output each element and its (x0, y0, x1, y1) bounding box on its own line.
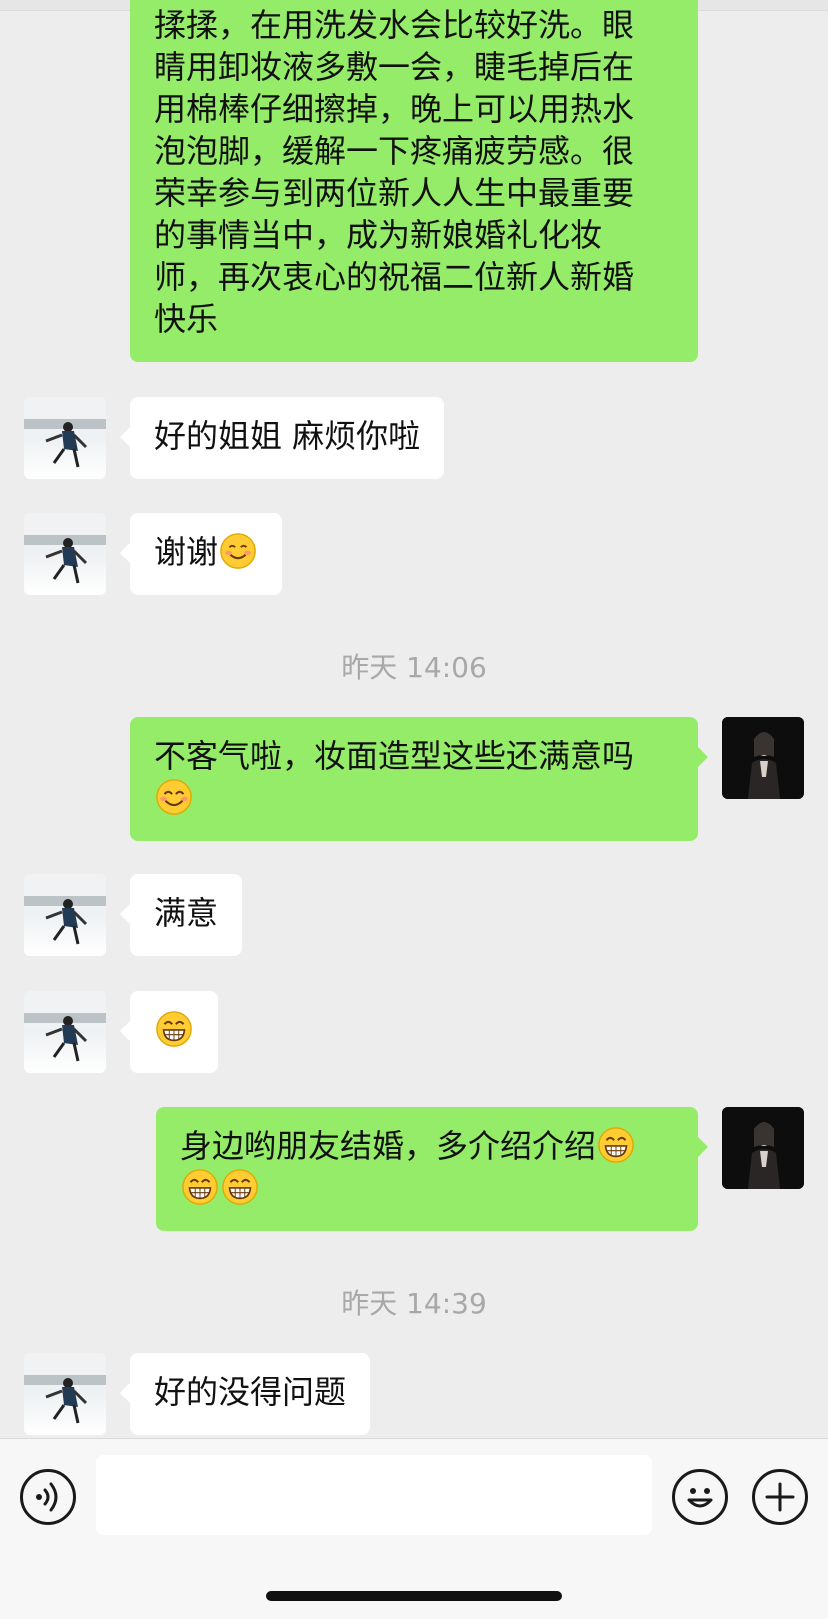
contact-avatar[interactable] (24, 1353, 106, 1435)
grinning-face-icon (182, 1169, 218, 1205)
grinning-face-icon (156, 1011, 192, 1047)
contact-avatar[interactable] (24, 397, 106, 479)
smiling-face-icon (220, 533, 256, 569)
outgoing-message[interactable]: 揉揉，在用洗发水会比较好洗。眼 睛用卸妆液多敷一会，睫毛掉后在 用棉棒仔细擦掉，… (130, 0, 698, 362)
grinning-face-icon (222, 1169, 258, 1205)
avatar-photo (24, 874, 106, 945)
message-text: 身边哟朋友结婚，多介绍介绍 (180, 1127, 597, 1165)
emoji-icon (687, 1488, 713, 1508)
incoming-message[interactable]: 谢谢 (119, 513, 283, 595)
voice-button[interactable] (20, 1469, 76, 1525)
incoming-message[interactable] (120, 991, 218, 1073)
message-list[interactable]: 揉揉，在用洗发水会比较好洗。眼 睛用卸妆液多敷一会，睫毛掉后在 用棉棒仔细擦掉，… (0, 0, 828, 1438)
contact-avatar[interactable] (24, 874, 106, 956)
contact-avatar[interactable] (24, 991, 106, 1073)
avatar-photo (722, 1107, 804, 1189)
avatar-photo (24, 513, 106, 584)
more-button[interactable] (752, 1469, 808, 1525)
smiling-face-with-smiling-eyes-icon (156, 779, 192, 815)
chat-screen: 揉揉，在用洗发水会比较好洗。眼 睛用卸妆液多敷一会，睫毛掉后在 用棉棒仔细擦掉，… (0, 0, 828, 1619)
outgoing-message[interactable]: 不客气啦，妆面造型这些还满意吗 (130, 717, 708, 841)
message-text: 不客气啦，妆面造型这些还满意吗 (154, 737, 635, 775)
avatar-photo (24, 991, 106, 1062)
incoming-message[interactable]: 满意 (119, 874, 243, 956)
avatar-photo (722, 717, 804, 799)
home-indicator[interactable] (266, 1591, 562, 1601)
voice-icon (36, 1482, 58, 1512)
contact-avatar[interactable] (24, 513, 106, 595)
avatar-photo (24, 1353, 106, 1424)
timestamp: 昨天 14:39 (341, 1287, 487, 1320)
message-text: 谢谢 (154, 533, 219, 571)
timestamp: 昨天 14:06 (341, 651, 487, 684)
message-input[interactable] (96, 1455, 652, 1535)
grinning-face-icon (598, 1127, 634, 1163)
outgoing-message[interactable]: 身边哟朋友结婚，多介绍介绍 (156, 1107, 708, 1231)
user-avatar[interactable] (722, 717, 804, 799)
input-bar (0, 1438, 828, 1619)
avatar-photo (24, 397, 106, 468)
message-text: 揉揉，在用洗发水会比较好洗。眼 睛用卸妆液多敷一会，睫毛掉后在 用棉棒仔细擦掉，… (154, 6, 635, 338)
incoming-message[interactable]: 好的姐姐 麻烦你啦 (119, 397, 445, 479)
plus-icon (765, 1482, 795, 1512)
message-text: 好的姐姐 麻烦你啦 (154, 417, 421, 455)
user-avatar[interactable] (722, 1107, 804, 1189)
message-text: 好的没得问题 (154, 1373, 347, 1411)
emoji-button[interactable] (672, 1469, 728, 1525)
incoming-message[interactable]: 好的没得问题 (119, 1353, 371, 1435)
message-text: 满意 (154, 894, 219, 932)
